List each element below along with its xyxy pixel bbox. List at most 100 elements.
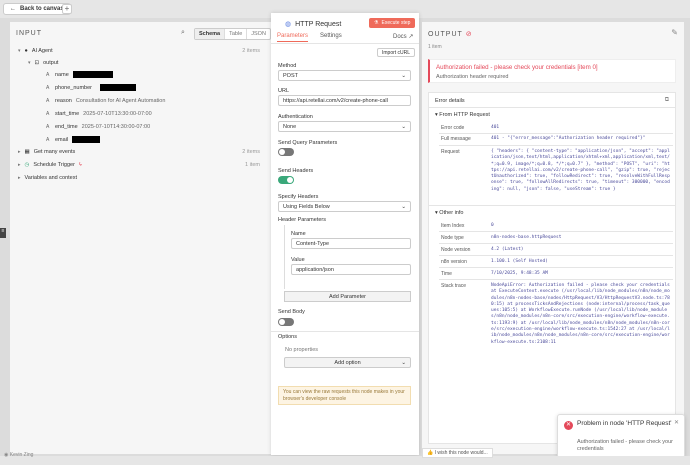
url-label: URL: [278, 88, 290, 94]
divider: [439, 279, 673, 280]
field-reason[interactable]: A reason Consultation for AI Agent Autom…: [46, 96, 165, 105]
import-curl-button[interactable]: Import cURL: [377, 48, 416, 57]
search-icon[interactable]: ⌕: [181, 29, 185, 37]
external-link-icon: ↗: [408, 34, 414, 40]
docs-link[interactable]: Docs ↗: [393, 33, 413, 40]
error-details-card: Error details ⧉ ▾ From HTTP Request Erro…: [428, 92, 676, 444]
chevron-right-icon: ▸: [18, 161, 21, 168]
redacted-value: [72, 136, 101, 143]
toast-message: Authorization failed - please check your…: [577, 439, 673, 452]
from-http-request-toggle[interactable]: ▾ From HTTP Request: [435, 112, 490, 118]
tab-json[interactable]: JSON: [247, 29, 270, 39]
divider: [439, 267, 673, 268]
pencil-icon[interactable]: ✎: [671, 28, 678, 37]
tab-settings[interactable]: Settings: [320, 33, 342, 42]
user-name[interactable]: ◉ Kevin Zing: [4, 452, 33, 458]
calendar-icon: ▦: [24, 148, 30, 155]
error-icon: ✕: [564, 421, 573, 430]
execute-step-button[interactable]: ⚗ Execute step: [369, 18, 416, 28]
flask-icon: ⚗: [374, 20, 379, 26]
no-properties-text: No properties: [285, 347, 319, 353]
divider: [271, 331, 419, 332]
node-title[interactable]: ◍ HTTP Request: [285, 20, 341, 29]
chevron-down-icon: ▾: [28, 59, 31, 66]
input-title: INPUT: [16, 30, 42, 37]
tree-node-schedule-trigger[interactable]: ▸ ◷ Schedule Trigger ϟ 1 item: [18, 160, 268, 169]
specify-headers-label: Specify Headers: [278, 194, 319, 200]
method-select[interactable]: POST ⌄: [278, 70, 411, 81]
item-index-key: Item Index: [441, 223, 465, 229]
string-type-icon: A: [46, 71, 50, 78]
output-panel: OUTPUT ⊘ ✎ 1 item Authorization failed -…: [422, 22, 684, 454]
send-headers-toggle[interactable]: [278, 176, 294, 184]
node-parameters-panel: ◍ HTTP Request ⚗ Execute step Parameters…: [271, 13, 419, 455]
tab-table[interactable]: Table: [225, 29, 248, 39]
string-type-icon: A: [46, 110, 50, 117]
error-alert: Authorization failed - please check your…: [428, 59, 676, 83]
clock-icon: ◷: [24, 161, 30, 168]
globe-icon: ◍: [285, 21, 292, 28]
time-key: Time: [441, 271, 452, 277]
stack-trace-key: Stack trace: [441, 283, 467, 289]
developer-console-hint: You can view the raw requests this node …: [278, 386, 411, 405]
chevron-down-icon: ▾: [435, 210, 438, 216]
add-parameter-button[interactable]: Add Parameter: [284, 291, 411, 302]
header-parameters-label: Header Parameters: [278, 217, 326, 223]
tab-schema[interactable]: Schema: [195, 29, 226, 39]
tree-node-ai-agent[interactable]: ▾ ● AI Agent 2 items: [18, 46, 268, 55]
other-info-toggle[interactable]: ▾ Other info: [435, 210, 463, 216]
tree-node-output[interactable]: ▾ ⊡ output: [28, 58, 58, 67]
robot-icon: ●: [24, 47, 28, 54]
side-toggle[interactable]: ≡: [0, 228, 6, 238]
tree-node-variables[interactable]: ▸ Variables and context: [18, 173, 77, 182]
field-end-time[interactable]: A end_time 2025-07-10T14:30:00-07:00: [46, 122, 150, 131]
error-title: Authorization failed - please check your…: [436, 64, 598, 71]
chevron-down-icon: ⌄: [401, 123, 406, 130]
add-option-select[interactable]: Add option ⌄: [284, 357, 411, 368]
send-query-label: Send Query Parameters: [278, 140, 338, 146]
n8n-version-value: 1.100.1 (Self Hosted): [491, 259, 548, 264]
output-item-count: 1 item: [428, 44, 442, 50]
input-panel: INPUT ⌕ Schema Table JSON ▾ ● AI Agent 2…: [10, 22, 272, 454]
chevron-right-icon: ▸: [18, 148, 21, 155]
divider: [439, 133, 673, 134]
view-mode-switch: Schema Table JSON: [194, 28, 271, 40]
error-code-value: 401: [491, 125, 500, 130]
divider: [439, 231, 673, 232]
field-email[interactable]: A email: [46, 135, 101, 144]
chevron-down-icon: ⌄: [401, 72, 406, 79]
error-subtitle: Authorization header required: [436, 74, 509, 80]
authentication-select[interactable]: None ⌄: [278, 121, 411, 132]
url-input[interactable]: https://api.retellai.com/v2/create-phone…: [278, 95, 411, 106]
node-tabs: Parameters Settings: [277, 33, 342, 42]
item-index-value: 0: [491, 223, 494, 228]
field-start-time[interactable]: A start_time 2025-07-10T13:30:00-07:00: [46, 109, 152, 118]
chevron-down-icon: ▾: [435, 112, 438, 118]
divider: [271, 43, 419, 44]
copy-icon[interactable]: ⧉: [665, 97, 669, 104]
error-icon: ⊘: [465, 31, 473, 38]
error-code-key: Error code: [441, 125, 465, 131]
node-type-key: Node type: [441, 235, 464, 241]
full-message-value: 401 - "{"error_message":"Authorization h…: [491, 136, 646, 141]
param-group-line: [284, 225, 285, 289]
close-icon[interactable]: ✕: [674, 419, 679, 426]
send-body-toggle[interactable]: [278, 318, 294, 326]
authentication-label: Authentication: [278, 114, 313, 120]
feedback-input[interactable]: 👍 I wish this node would...: [422, 448, 493, 458]
specify-headers-select[interactable]: Using Fields Below ⌄: [278, 201, 411, 212]
chevron-down-icon: ▾: [18, 47, 21, 54]
add-button[interactable]: +: [62, 4, 72, 14]
header-name-input[interactable]: Content-Type: [291, 238, 411, 249]
field-phone-number[interactable]: A phone_number: [46, 83, 137, 92]
tree-node-get-many-events[interactable]: ▸ ▦ Get many events 2 items: [18, 147, 268, 156]
header-value-input[interactable]: application/json: [291, 264, 411, 275]
redacted-value: [72, 71, 113, 78]
send-body-label: Send Body: [278, 309, 305, 315]
divider: [439, 145, 673, 146]
field-name[interactable]: A name: [46, 70, 113, 79]
output-header: OUTPUT ⊘: [428, 30, 473, 39]
back-to-canvas-button[interactable]: ← Back to canvas: [3, 3, 71, 15]
send-query-toggle[interactable]: [278, 148, 294, 156]
tab-parameters[interactable]: Parameters: [277, 33, 309, 42]
